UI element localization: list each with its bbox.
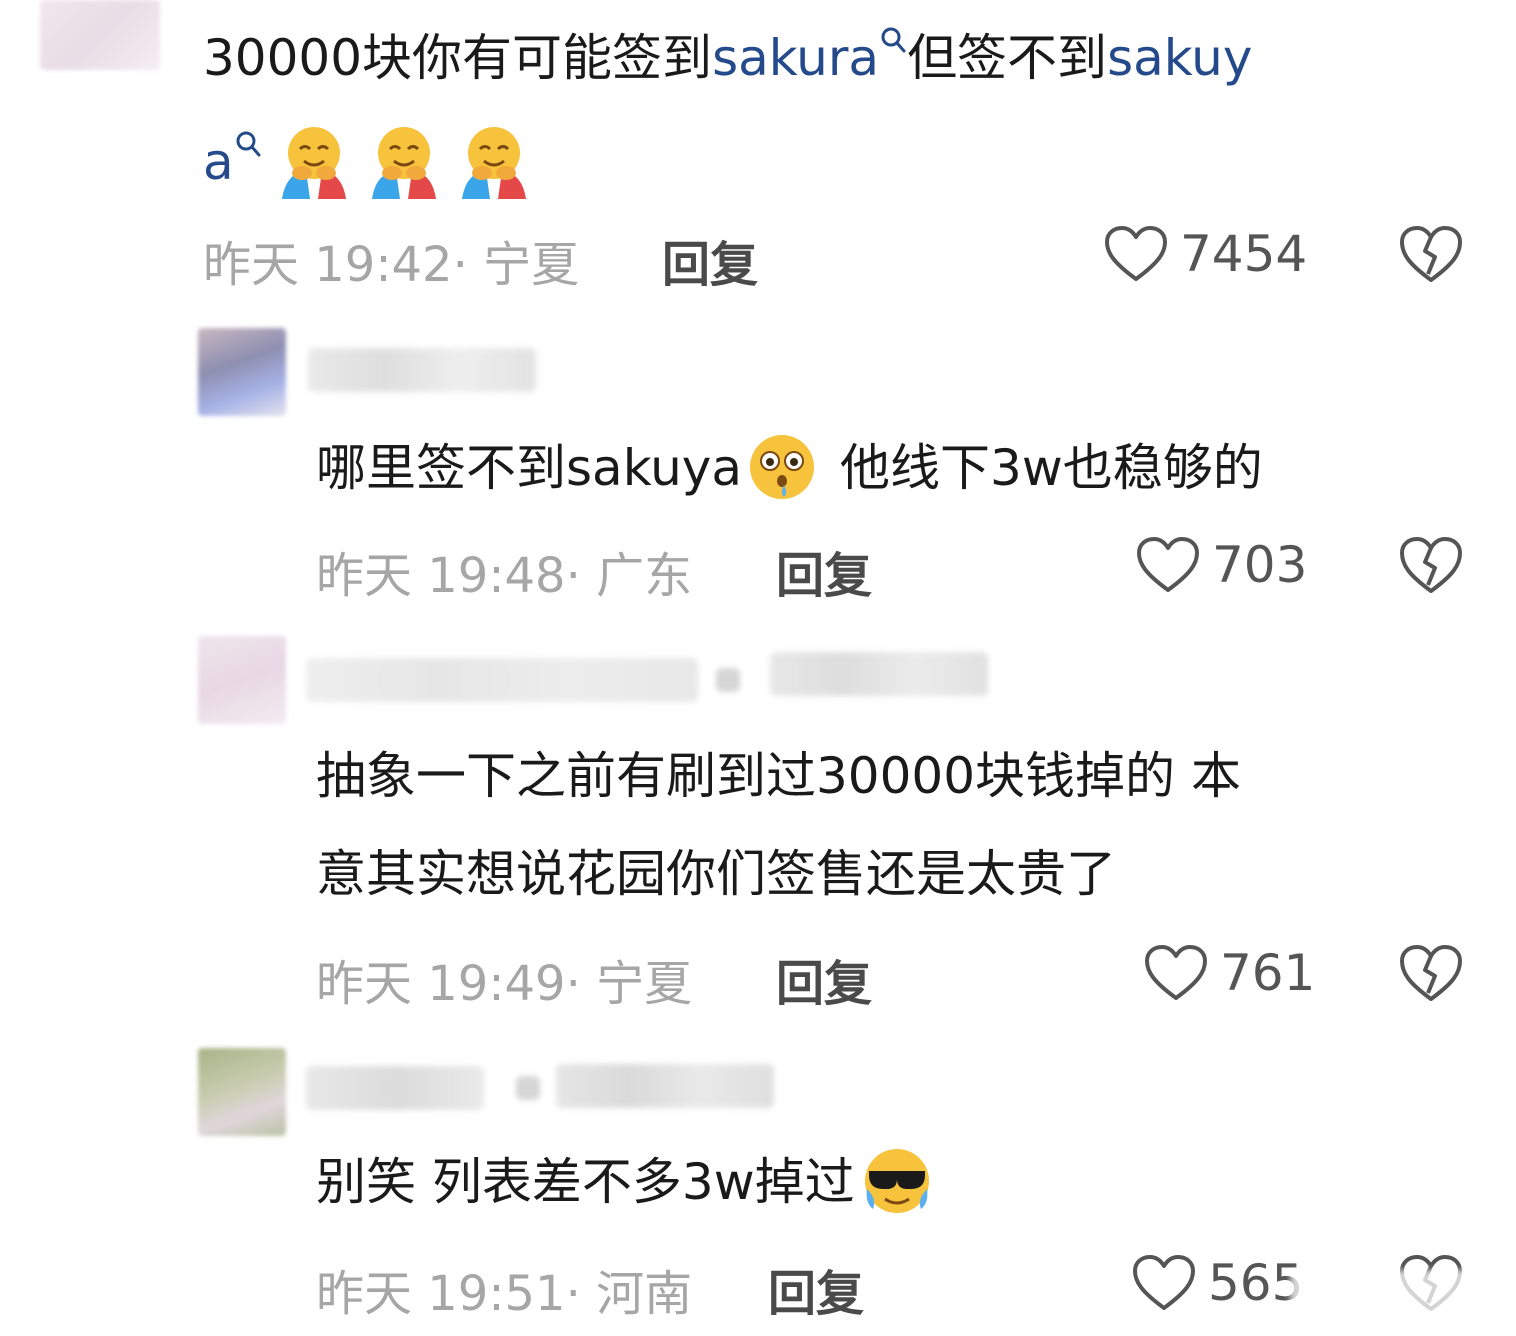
comment-text: 意其实想说花园你们签售还是太贵了	[316, 824, 1116, 924]
reply-button[interactable]: 回复	[662, 225, 758, 295]
separator-dot: ·	[565, 956, 597, 1012]
comment-meta: 昨天 19:51· 河南	[316, 1254, 692, 1324]
reply-button[interactable]: 回复	[776, 944, 872, 1014]
avatar[interactable]	[40, 0, 160, 70]
comment-location: 宁夏	[596, 956, 693, 1012]
broken-heart-icon[interactable]	[1398, 224, 1464, 284]
comment-text-line2: 意其实想说花园你们签售还是太贵了	[316, 845, 1116, 903]
keyword-link-sakura[interactable]: sakura	[712, 29, 879, 87]
comment-thread: 30000块你有可能签到sakura 但签不到sakuy a 昨天 19:42·…	[0, 0, 1516, 1336]
comment-location: 河南	[596, 1266, 693, 1322]
heart-icon	[1105, 226, 1167, 281]
comment-meta: 昨天 19:42· 宁夏	[203, 225, 579, 295]
keyword-link-sakuya[interactable]: sakuy	[1107, 29, 1252, 87]
reply-indicator	[716, 668, 740, 692]
separator-dot: ·	[565, 1266, 597, 1322]
comment-time: 昨天 19:51	[316, 1266, 566, 1322]
search-icon[interactable]	[234, 130, 262, 160]
comment-time: 昨天 19:42	[203, 237, 453, 293]
reply-button[interactable]: 回复	[768, 1254, 864, 1324]
like-button[interactable]: 703	[1136, 535, 1307, 595]
comment-text-part: 30000块你有可能签到	[203, 29, 713, 87]
hug-emoji	[371, 126, 436, 199]
like-button[interactable]: 761	[1144, 943, 1315, 1003]
comment-text: 30000块你有可能签到sakura 但签不到sakuy	[203, 8, 1252, 108]
username[interactable]	[308, 348, 536, 392]
like-count: 7454	[1180, 225, 1308, 283]
cool-crying-emoji	[864, 1148, 929, 1213]
comment-text-part: 但签不到	[907, 29, 1108, 87]
separator-dot: ·	[565, 548, 597, 604]
reply-button[interactable]: 回复	[776, 536, 872, 606]
search-icon[interactable]	[879, 26, 907, 56]
comment-meta: 昨天 19:49· 宁夏	[316, 944, 692, 1014]
reply-target-username[interactable]	[770, 652, 988, 696]
comment-text-part: 别笑 列表差不多3w掉过	[316, 1153, 855, 1211]
keyword-link-sakuya[interactable]: a	[203, 133, 234, 191]
like-button[interactable]: 7454	[1104, 224, 1307, 284]
comment-text-line1: 抽象一下之前有刷到过30000块钱掉的 本	[316, 747, 1241, 805]
avatar[interactable]	[198, 636, 286, 724]
username[interactable]	[306, 658, 698, 702]
comment-text: 哪里签不到sakuya 他线下3w也稳够的	[316, 418, 1263, 518]
username[interactable]	[306, 1066, 484, 1110]
watermark	[1290, 1270, 1510, 1330]
broken-heart-icon[interactable]	[1398, 535, 1464, 595]
like-count: 703	[1212, 536, 1308, 594]
comment-text: 抽象一下之前有刷到过30000块钱掉的 本	[316, 726, 1241, 826]
comment-text-part: 他线下3w也稳够的	[840, 439, 1263, 497]
heart-icon	[1145, 945, 1207, 1000]
comment-text: 别笑 列表差不多3w掉过	[316, 1132, 947, 1232]
comment-location: 广东	[596, 548, 693, 604]
separator-dot: ·	[452, 237, 484, 293]
heart-icon	[1137, 537, 1199, 592]
comment-text-part: 哪里签不到sakuya	[316, 439, 743, 497]
like-button[interactable]: 565	[1132, 1253, 1303, 1313]
comment-time: 昨天 19:49	[316, 956, 566, 1012]
avatar[interactable]	[198, 328, 286, 416]
avatar[interactable]	[198, 1048, 286, 1136]
comment-text-line2: a	[203, 112, 546, 212]
hug-emoji	[461, 126, 526, 199]
comment-meta: 昨天 19:48· 广东	[316, 536, 692, 606]
heart-icon	[1133, 1255, 1195, 1310]
comment-location: 宁夏	[483, 237, 580, 293]
reply-indicator	[516, 1076, 540, 1100]
hug-emoji	[281, 126, 346, 199]
reply-target-username[interactable]	[556, 1064, 774, 1108]
flushed-emoji	[750, 434, 815, 499]
comment-time: 昨天 19:48	[316, 548, 566, 604]
like-count: 761	[1220, 944, 1316, 1002]
broken-heart-icon[interactable]	[1398, 943, 1464, 1003]
